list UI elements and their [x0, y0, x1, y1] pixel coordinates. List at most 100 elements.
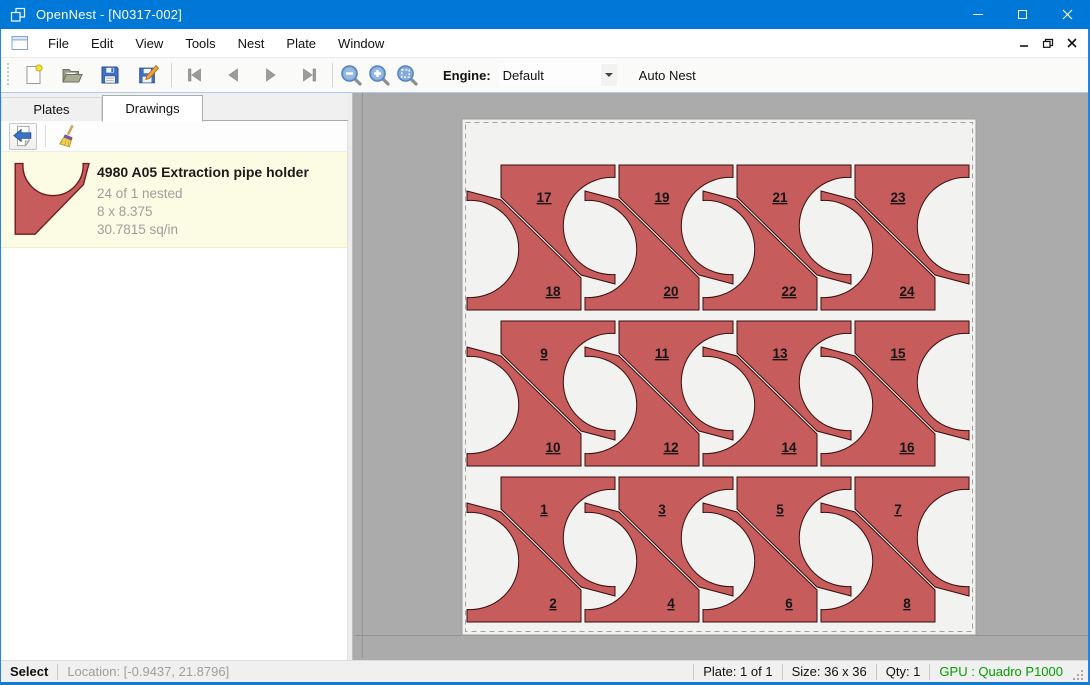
last-plate-button[interactable] [290, 59, 328, 91]
import-drawing-button[interactable] [9, 123, 37, 150]
zoom-in-button[interactable] [365, 59, 393, 91]
status-separator [929, 664, 930, 680]
menu-nest[interactable]: Nest [227, 31, 276, 56]
part-number-8[interactable]: 8 [903, 596, 911, 611]
auto-nest-button[interactable]: Auto Nest [633, 64, 702, 87]
engine-select[interactable]: Default [499, 63, 617, 87]
part-number-6[interactable]: 6 [785, 596, 793, 611]
mdi-close-button[interactable] [1062, 34, 1082, 52]
maximize-button[interactable] [1000, 0, 1045, 29]
zoom-out-icon [339, 63, 363, 87]
status-location: Location: [-0.9437, 21.8796] [67, 664, 229, 679]
next-plate-button[interactable] [252, 59, 290, 91]
nest-view: 171819202122232491011121314151612345678 [354, 93, 1088, 660]
part-number-22[interactable]: 22 [781, 284, 796, 299]
first-arrow-icon [183, 63, 207, 87]
mdi-minimize-button[interactable] [1014, 34, 1034, 52]
drawing-nested-count: 24 of 1 nested [97, 185, 309, 203]
chevron-down-icon [605, 73, 613, 77]
maximize-icon [1018, 10, 1027, 19]
menu-tools[interactable]: Tools [174, 31, 226, 56]
new-button[interactable] [15, 59, 53, 91]
part-number-3[interactable]: 3 [658, 502, 666, 517]
broom-icon [56, 124, 80, 148]
menu-window[interactable]: Window [327, 31, 395, 56]
drawing-title: 4980 A05 Extraction pipe holder [97, 164, 309, 180]
app-icon [9, 6, 27, 24]
drawing-list-item[interactable]: 4980 A05 Extraction pipe holder 24 of 1 … [1, 152, 347, 248]
zoom-out-button[interactable] [337, 59, 365, 91]
last-arrow-icon [297, 63, 321, 87]
part-number-4[interactable]: 4 [667, 596, 675, 611]
part-number-7[interactable]: 7 [894, 502, 902, 517]
part-number-14[interactable]: 14 [781, 440, 797, 455]
title-bar[interactable]: OpenNest - [N0317-002] [0, 0, 1090, 29]
part-number-17[interactable]: 17 [536, 190, 551, 205]
status-separator [782, 664, 783, 680]
menu-view[interactable]: View [124, 31, 174, 56]
panel-splitter[interactable] [348, 93, 353, 660]
tab-plates[interactable]: Plates [1, 97, 102, 121]
engine-dropdown-button[interactable] [601, 64, 617, 86]
zoom-fit-button[interactable] [393, 59, 421, 91]
status-bar: Select Location: [-0.9437, 21.8796] Plat… [1, 660, 1088, 682]
menu-file[interactable]: File [37, 31, 80, 56]
resize-grip[interactable] [1071, 668, 1085, 682]
open-button[interactable] [53, 59, 91, 91]
minimize-icon [973, 14, 983, 15]
part-number-21[interactable]: 21 [772, 190, 788, 205]
menu-edit[interactable]: Edit [80, 31, 124, 56]
part-number-1[interactable]: 1 [540, 502, 548, 517]
part-number-15[interactable]: 15 [890, 346, 906, 361]
zoom-in-icon [367, 63, 391, 87]
part-number-11[interactable]: 11 [655, 346, 670, 361]
close-button[interactable] [1045, 0, 1090, 29]
part-number-16[interactable]: 16 [899, 440, 915, 455]
part-number-12[interactable]: 12 [663, 440, 678, 455]
tab-drawings[interactable]: Drawings [102, 95, 203, 122]
drawings-panel: Plates Drawings [1, 93, 348, 660]
part-number-10[interactable]: 10 [545, 440, 560, 455]
nest-canvas[interactable]: 171819202122232491011121314151612345678 [348, 93, 1088, 660]
minimize-button[interactable] [955, 0, 1000, 29]
mdi-restore-icon [1042, 38, 1054, 49]
menu-bar: File Edit View Tools Nest Plate Window [1, 29, 1088, 57]
mdi-restore-button[interactable] [1038, 34, 1058, 52]
status-qty: Qty: 1 [886, 664, 921, 679]
toolbar-separator [171, 63, 172, 87]
status-mode: Select [10, 664, 48, 679]
mdi-window-controls [1014, 34, 1082, 52]
document-window-icon[interactable] [11, 35, 29, 51]
part-number-18[interactable]: 18 [545, 284, 561, 299]
menu-plate[interactable]: Plate [275, 31, 327, 56]
part-number-5[interactable]: 5 [776, 502, 784, 517]
previous-plate-button[interactable] [214, 59, 252, 91]
part-number-13[interactable]: 13 [772, 346, 788, 361]
part-number-2[interactable]: 2 [549, 596, 557, 611]
part-shape-thumbnail [8, 162, 90, 238]
drawings-toolbar [1, 121, 347, 152]
panel-tabstrip: Plates Drawings [1, 95, 348, 121]
new-file-icon [22, 63, 46, 87]
engine-area: Engine: Default Auto Nest [443, 63, 702, 87]
window-title: OpenNest - [N0317-002] [36, 7, 182, 22]
save-as-icon [136, 63, 160, 87]
part-number-24[interactable]: 24 [899, 284, 915, 299]
part-number-19[interactable]: 19 [654, 190, 669, 205]
import-drawing-icon [11, 124, 35, 148]
drawing-info: 4980 A05 Extraction pipe holder 24 of 1 … [97, 160, 309, 239]
status-gpu: GPU : Quadro P1000 [939, 664, 1063, 679]
mdi-minimize-icon [1019, 38, 1029, 48]
part-number-23[interactable]: 23 [890, 190, 906, 205]
menu-items: File Edit View Tools Nest Plate Window [37, 31, 395, 56]
mdi-close-icon [1067, 38, 1077, 48]
part-number-20[interactable]: 20 [663, 284, 678, 299]
close-icon [1062, 9, 1073, 20]
part-number-9[interactable]: 9 [540, 346, 548, 361]
save-as-button[interactable] [129, 59, 167, 91]
first-plate-button[interactable] [176, 59, 214, 91]
toolbar-gripper[interactable] [5, 63, 12, 87]
save-button[interactable] [91, 59, 129, 91]
save-icon [98, 63, 122, 87]
clean-drawings-button[interactable] [54, 123, 82, 150]
